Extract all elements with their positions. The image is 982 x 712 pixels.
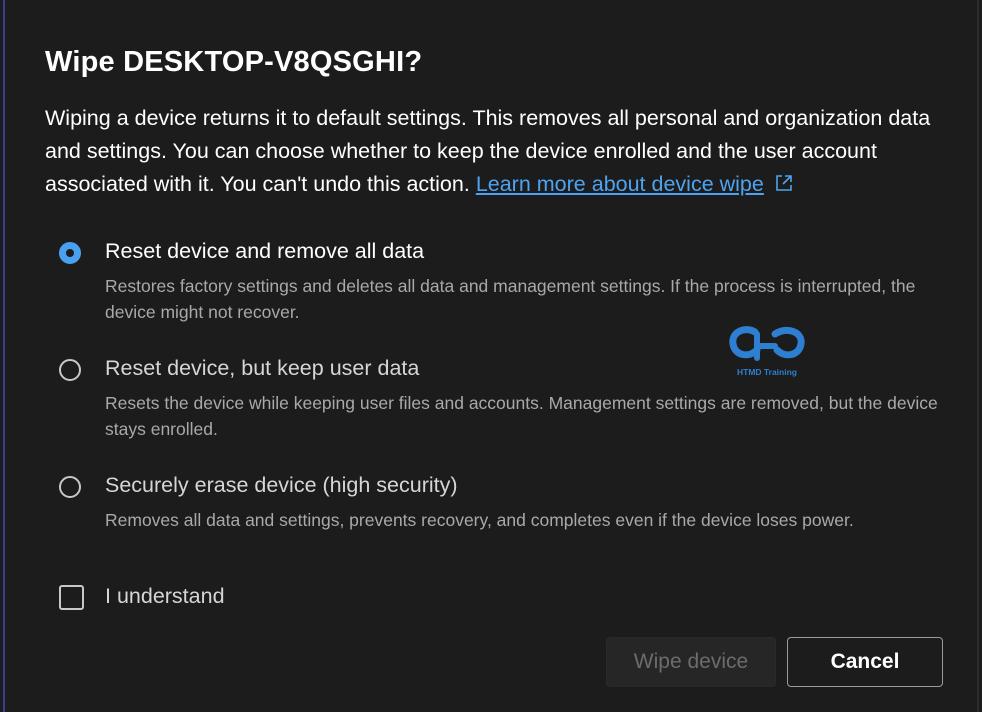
external-link-icon[interactable] <box>774 173 794 193</box>
wipe-device-button[interactable]: Wipe device <box>606 637 776 687</box>
option-label[interactable]: Reset device, but keep user data <box>105 356 419 381</box>
wipe-device-dialog: Wipe DESKTOP-V8QSGHI? Wiping a device re… <box>3 0 979 712</box>
dialog-title: Wipe DESKTOP-V8QSGHI? <box>45 46 423 78</box>
understand-checkbox[interactable] <box>59 585 84 610</box>
option-label[interactable]: Securely erase device (high security) <box>105 473 458 498</box>
htmd-watermark-logo: HTMD Training <box>727 322 807 382</box>
understand-label[interactable]: I understand <box>105 584 225 609</box>
htmd-logo-icon <box>729 326 805 361</box>
option-label[interactable]: Reset device and remove all data <box>105 239 424 264</box>
radio-secure-erase[interactable] <box>59 476 81 498</box>
radio-reset-remove-all[interactable] <box>59 242 81 264</box>
cancel-button[interactable]: Cancel <box>787 637 943 687</box>
option-description: Removes all data and settings, prevents … <box>105 510 854 530</box>
learn-more-link[interactable]: Learn more about device wipe <box>476 172 764 196</box>
dialog-description: Wiping a device returns it to default se… <box>45 102 945 201</box>
option-description: Restores factory settings and deletes al… <box>105 276 916 322</box>
watermark-text: HTMD Training <box>737 367 797 377</box>
radio-reset-keep-user-data[interactable] <box>59 359 81 381</box>
option-description: Resets the device while keeping user fil… <box>105 393 938 439</box>
